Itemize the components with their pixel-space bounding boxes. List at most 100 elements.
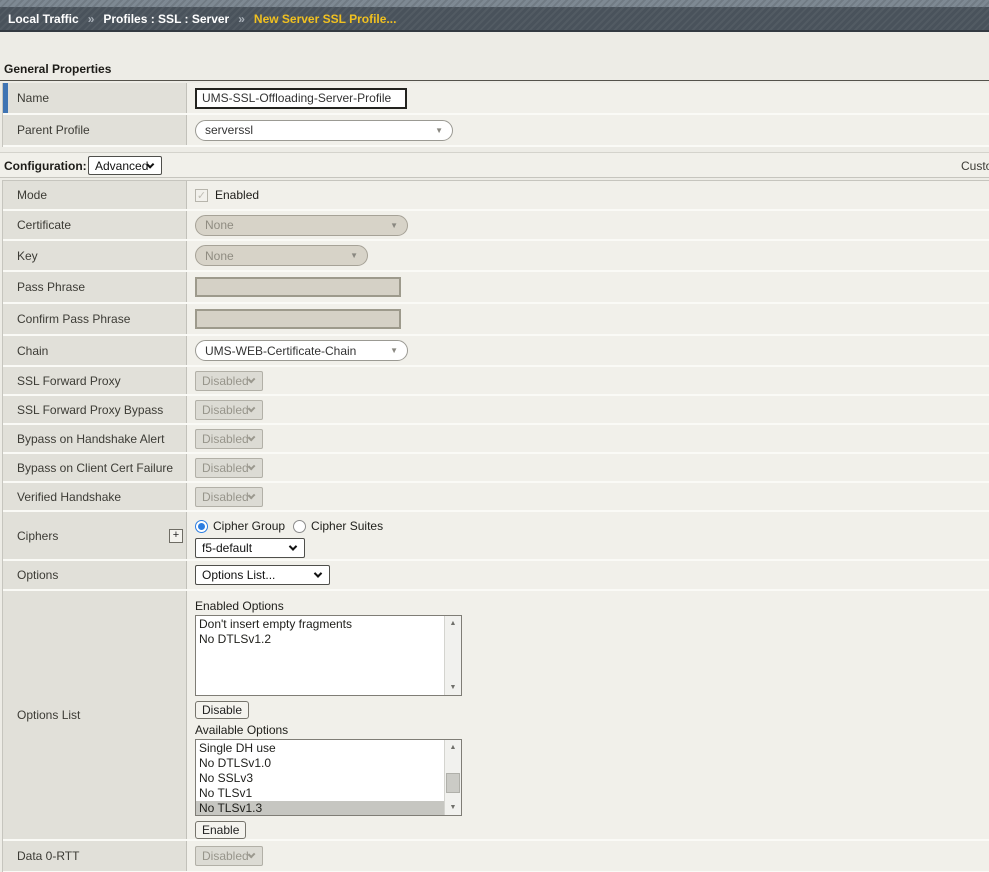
options-list-label: Options List xyxy=(3,591,187,839)
breadcrumb-current-page: New Server SSL Profile... xyxy=(254,12,397,26)
available-options-title: Available Options xyxy=(195,723,288,737)
configuration-view-select[interactable]: Advanced xyxy=(88,156,162,175)
cipher-group-radio[interactable] xyxy=(195,520,208,533)
ssl-forward-proxy-bypass-value-cell: Disabled xyxy=(187,396,989,423)
chain-select-value: UMS-WEB-Certificate-Chain xyxy=(205,344,356,358)
bypass-on-client-cert-failure-select: Disabled xyxy=(195,458,263,478)
parent-profile-label-text: Parent Profile xyxy=(17,123,90,137)
table-row: Bypass on Handshake Alert Disabled xyxy=(3,425,989,454)
table-row: Pass Phrase xyxy=(3,272,989,304)
options-label-text: Options xyxy=(17,568,58,582)
scrollbar[interactable]: ▲ ▼ xyxy=(444,740,461,815)
data-0rtt-select-value: Disabled xyxy=(202,849,249,863)
scrollbar[interactable]: ▲ ▼ xyxy=(444,616,461,695)
top-stripe xyxy=(0,0,989,7)
key-select: None ▼ xyxy=(195,245,368,266)
list-item[interactable]: No SSLv3 xyxy=(196,771,444,786)
ssl-forward-proxy-select-value: Disabled xyxy=(202,374,249,388)
ciphers-label-text: Ciphers xyxy=(17,529,58,543)
scroll-up-icon[interactable]: ▲ xyxy=(445,616,461,631)
cipher-group-radio-label: Cipher Group xyxy=(213,519,285,533)
pass-phrase-value-cell xyxy=(187,272,989,302)
mode-label: Mode xyxy=(3,181,187,209)
pass-phrase-label-text: Pass Phrase xyxy=(17,280,85,294)
cipher-suites-radio[interactable] xyxy=(293,520,306,533)
verified-handshake-label: Verified Handshake xyxy=(3,483,187,510)
chain-label-text: Chain xyxy=(17,344,48,358)
breadcrumb-item-local-traffic[interactable]: Local Traffic xyxy=(8,12,79,26)
key-select-value: None xyxy=(205,249,234,263)
ssl-forward-proxy-bypass-label-text: SSL Forward Proxy Bypass xyxy=(17,403,163,417)
key-label-text: Key xyxy=(17,249,38,263)
general-properties-table: Name Parent Profile serverssl ▼ xyxy=(2,83,989,147)
table-row: SSL Forward Proxy Bypass Disabled xyxy=(3,396,989,425)
key-label: Key xyxy=(3,241,187,270)
scroll-down-icon[interactable]: ▼ xyxy=(445,680,461,695)
table-row: Parent Profile serverssl ▼ xyxy=(3,115,989,147)
list-item[interactable]: No DTLSv1.2 xyxy=(196,632,444,647)
list-item[interactable]: Don't insert empty fragments xyxy=(196,617,444,632)
mode-value-cell: ✓ Enabled xyxy=(187,181,989,209)
breadcrumb-separator-icon: » xyxy=(238,12,245,26)
ciphers-label: Ciphers + xyxy=(3,512,187,559)
data-0rtt-label-text: Data 0-RTT xyxy=(17,849,79,863)
scroll-down-icon[interactable]: ▼ xyxy=(445,800,461,815)
options-value-cell: Options List... xyxy=(187,561,989,589)
available-options-items: Single DH use No DTLSv1.0 No SSLv3 No TL… xyxy=(196,740,444,816)
options-select[interactable]: Options List... xyxy=(195,565,330,585)
scroll-up-icon[interactable]: ▲ xyxy=(445,740,461,755)
ssl-forward-proxy-bypass-select-value: Disabled xyxy=(202,403,249,417)
chevron-down-icon: ▼ xyxy=(390,346,398,355)
general-properties-title: General Properties xyxy=(0,62,989,81)
bypass-on-handshake-alert-select: Disabled xyxy=(195,429,263,449)
chain-select[interactable]: UMS-WEB-Certificate-Chain ▼ xyxy=(195,340,408,361)
name-label-text: Name xyxy=(17,91,49,105)
disable-button[interactable]: Disable xyxy=(195,701,249,719)
ciphers-expand-button[interactable]: + xyxy=(169,529,183,543)
bypass-on-handshake-alert-select-value: Disabled xyxy=(202,432,249,446)
enabled-options-listbox[interactable]: Don't insert empty fragments No DTLSv1.2… xyxy=(195,615,462,696)
bypass-on-client-cert-failure-value-cell: Disabled xyxy=(187,454,989,481)
enabled-options-title: Enabled Options xyxy=(195,599,284,613)
ciphers-value-cell: Cipher Group Cipher Suites f5-default xyxy=(187,512,989,559)
options-select-value: Options List... xyxy=(202,568,275,582)
mode-label-text: Mode xyxy=(17,188,47,202)
chevron-down-icon xyxy=(314,569,322,577)
ssl-forward-proxy-value-cell: Disabled xyxy=(187,367,989,394)
table-row: Ciphers + Cipher Group Cipher Suites f5-… xyxy=(3,512,989,561)
list-item[interactable]: No DTLSv1.0 xyxy=(196,756,444,771)
bypass-on-client-cert-failure-select-value: Disabled xyxy=(202,461,249,475)
available-options-listbox[interactable]: Single DH use No DTLSv1.0 No SSLv3 No TL… xyxy=(195,739,462,816)
cipher-suites-radio-label: Cipher Suites xyxy=(311,519,383,533)
chain-label: Chain xyxy=(3,336,187,365)
enable-button[interactable]: Enable xyxy=(195,821,246,839)
table-row: Bypass on Client Cert Failure Disabled xyxy=(3,454,989,483)
scrollbar-thumb[interactable] xyxy=(446,773,460,793)
table-row: Mode ✓ Enabled xyxy=(3,181,989,211)
custom-column-header: Custom xyxy=(961,159,989,173)
mode-checkbox-label: Enabled xyxy=(215,188,259,202)
parent-profile-select-value: serverssl xyxy=(205,123,253,137)
bypass-on-handshake-alert-label: Bypass on Handshake Alert xyxy=(3,425,187,452)
table-row: Certificate None ▼ xyxy=(3,211,989,241)
table-row: Options List Enabled Options Don't inser… xyxy=(3,591,989,841)
confirm-pass-phrase-input xyxy=(195,309,401,329)
parent-profile-select[interactable]: serverssl ▼ xyxy=(195,120,453,141)
verified-handshake-select: Disabled xyxy=(195,487,263,507)
chevron-down-icon: ▼ xyxy=(390,221,398,230)
ssl-forward-proxy-label: SSL Forward Proxy xyxy=(3,367,187,394)
mode-checkbox: ✓ xyxy=(195,189,208,202)
list-item[interactable]: Single DH use xyxy=(196,741,444,756)
name-input[interactable] xyxy=(195,88,407,109)
breadcrumb: Local Traffic » Profiles : SSL : Server … xyxy=(0,7,989,32)
plus-icon: + xyxy=(173,530,179,541)
parent-profile-value-cell: serverssl ▼ xyxy=(187,115,989,145)
breadcrumb-item-profiles-ssl-server[interactable]: Profiles : SSL : Server xyxy=(103,12,229,26)
list-item-selected[interactable]: No TLSv1.3 xyxy=(196,801,444,816)
ciphers-radio-row: Cipher Group Cipher Suites xyxy=(195,519,383,533)
cipher-group-select[interactable]: f5-default xyxy=(195,538,305,558)
chevron-down-icon xyxy=(289,542,297,550)
verified-handshake-select-value: Disabled xyxy=(202,490,249,504)
cipher-group-select-value: f5-default xyxy=(202,541,252,555)
list-item[interactable]: No TLSv1 xyxy=(196,786,444,801)
